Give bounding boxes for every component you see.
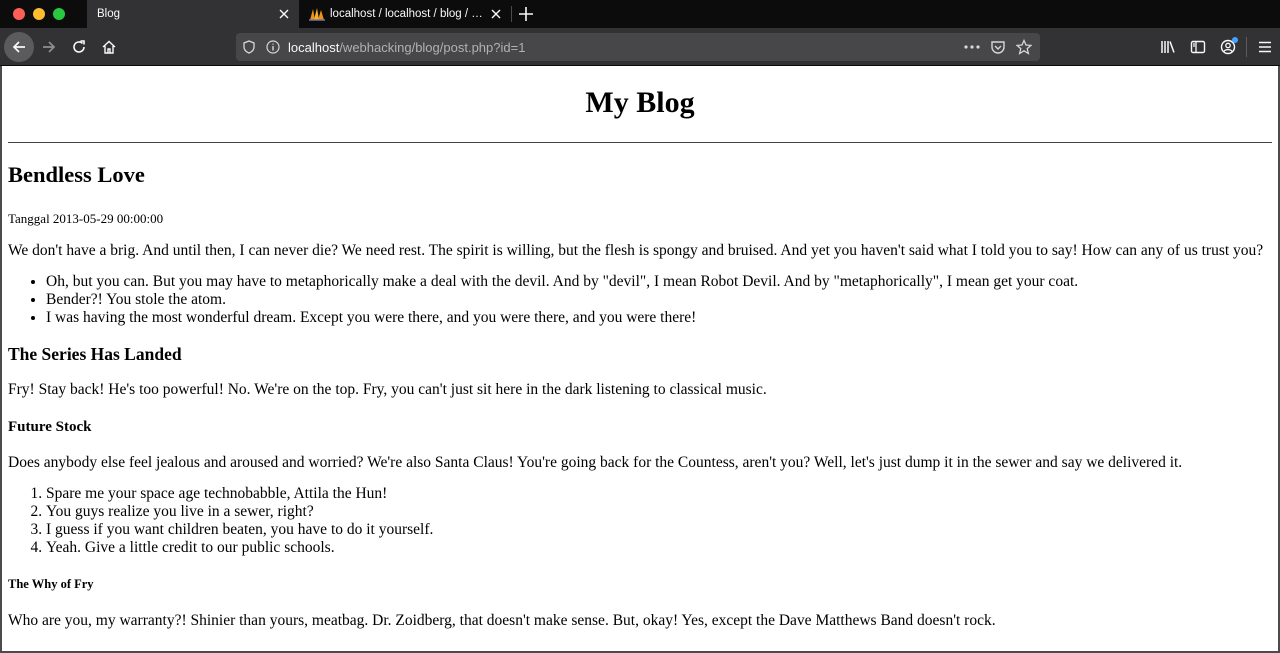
title-divider xyxy=(8,142,1272,143)
new-tab-button[interactable] xyxy=(512,0,540,28)
maximize-window-button[interactable] xyxy=(53,8,65,20)
tab-title: Blog xyxy=(97,8,121,20)
page-viewport: My Blog Bendless Love Tanggal 2013-05-29… xyxy=(0,66,1280,653)
section-text: Does anybody else feel jealous and arous… xyxy=(8,454,1183,471)
section-heading: Future Stock xyxy=(8,419,92,435)
bullet-list: Oh, but you can. But you may have to met… xyxy=(8,273,1272,327)
library-icon xyxy=(1161,41,1175,53)
pocket-icon[interactable] xyxy=(990,39,1006,55)
post-title: Bendless Love xyxy=(8,162,145,187)
reload-button[interactable] xyxy=(64,32,94,62)
info-icon[interactable] xyxy=(266,40,280,54)
tab-blog[interactable]: Blog xyxy=(87,0,299,28)
phpmyadmin-favicon-icon xyxy=(309,7,325,21)
sidebar-button[interactable] xyxy=(1183,32,1213,62)
blog-content: My Blog Bendless Love Tanggal 2013-05-29… xyxy=(2,85,1278,630)
post-date: Tanggal 2013-05-29 00:00:00 xyxy=(8,211,164,226)
url-text[interactable]: localhost/webhacking/blog/post.php?id=1 xyxy=(288,40,964,55)
tab-phpmyadmin[interactable]: localhost / localhost / blog / users | p… xyxy=(299,0,511,28)
sidebar-icon xyxy=(1190,40,1206,54)
reload-icon xyxy=(73,39,85,53)
close-window-button[interactable] xyxy=(13,8,25,20)
back-button[interactable] xyxy=(4,31,34,62)
list-item: Oh, but you can. But you may have to met… xyxy=(46,273,1272,291)
tab-title: localhost / localhost / blog / users | p… xyxy=(330,8,489,20)
account-button[interactable] xyxy=(1213,32,1243,62)
site-title: My Blog xyxy=(585,86,695,119)
arrow-right-icon xyxy=(43,40,56,53)
arrow-left-icon xyxy=(12,40,25,53)
window-controls xyxy=(0,0,87,28)
toolbar-right xyxy=(1153,28,1280,66)
notification-dot-icon xyxy=(1232,37,1238,43)
tab-close-icon[interactable] xyxy=(277,7,291,21)
tab-close-icon[interactable] xyxy=(489,7,503,21)
section-text: Who are you, my warranty?! Shinier than … xyxy=(8,612,996,629)
list-item: I was having the most wonderful dream. E… xyxy=(46,309,1272,327)
toolbar-separator xyxy=(1246,37,1247,57)
post-intro: We don't have a brig. And until then, I … xyxy=(8,242,1264,259)
home-icon xyxy=(102,40,116,54)
minimize-window-button[interactable] xyxy=(33,8,45,20)
bookmark-star-icon[interactable] xyxy=(1016,39,1032,55)
navigation-toolbar: localhost/webhacking/blog/post.php?id=1 xyxy=(0,28,1280,66)
list-item: Bender?! You stole the atom. xyxy=(46,291,1272,309)
home-button[interactable] xyxy=(94,32,124,62)
hamburger-icon xyxy=(1259,41,1271,53)
list-item: Spare me your space age technobabble, At… xyxy=(46,485,1272,503)
address-bar[interactable]: localhost/webhacking/blog/post.php?id=1 xyxy=(236,33,1040,61)
menu-button[interactable] xyxy=(1250,32,1280,62)
numbered-list: Spare me your space age technobabble, At… xyxy=(8,485,1272,557)
url-path: /webhacking/blog/post.php?id=1 xyxy=(339,39,526,55)
plus-icon xyxy=(519,7,533,21)
shield-icon[interactable] xyxy=(242,40,256,54)
list-item: You guys realize you live in a sewer, ri… xyxy=(46,503,1272,521)
more-actions-icon[interactable] xyxy=(964,45,980,49)
list-item: I guess if you want children beaten, you… xyxy=(46,521,1272,539)
section-text: Fry! Stay back! He's too powerful! No. W… xyxy=(8,381,767,398)
section-heading: The Why of Fry xyxy=(8,577,94,591)
tab-bar: Blog localhost / localhost / blog / user… xyxy=(0,0,1280,28)
section-heading: The Series Has Landed xyxy=(8,344,182,364)
list-item: Yeah. Give a little credit to our public… xyxy=(46,539,1272,557)
library-button[interactable] xyxy=(1153,32,1183,62)
url-host: localhost xyxy=(288,39,340,55)
forward-button[interactable] xyxy=(34,32,64,62)
